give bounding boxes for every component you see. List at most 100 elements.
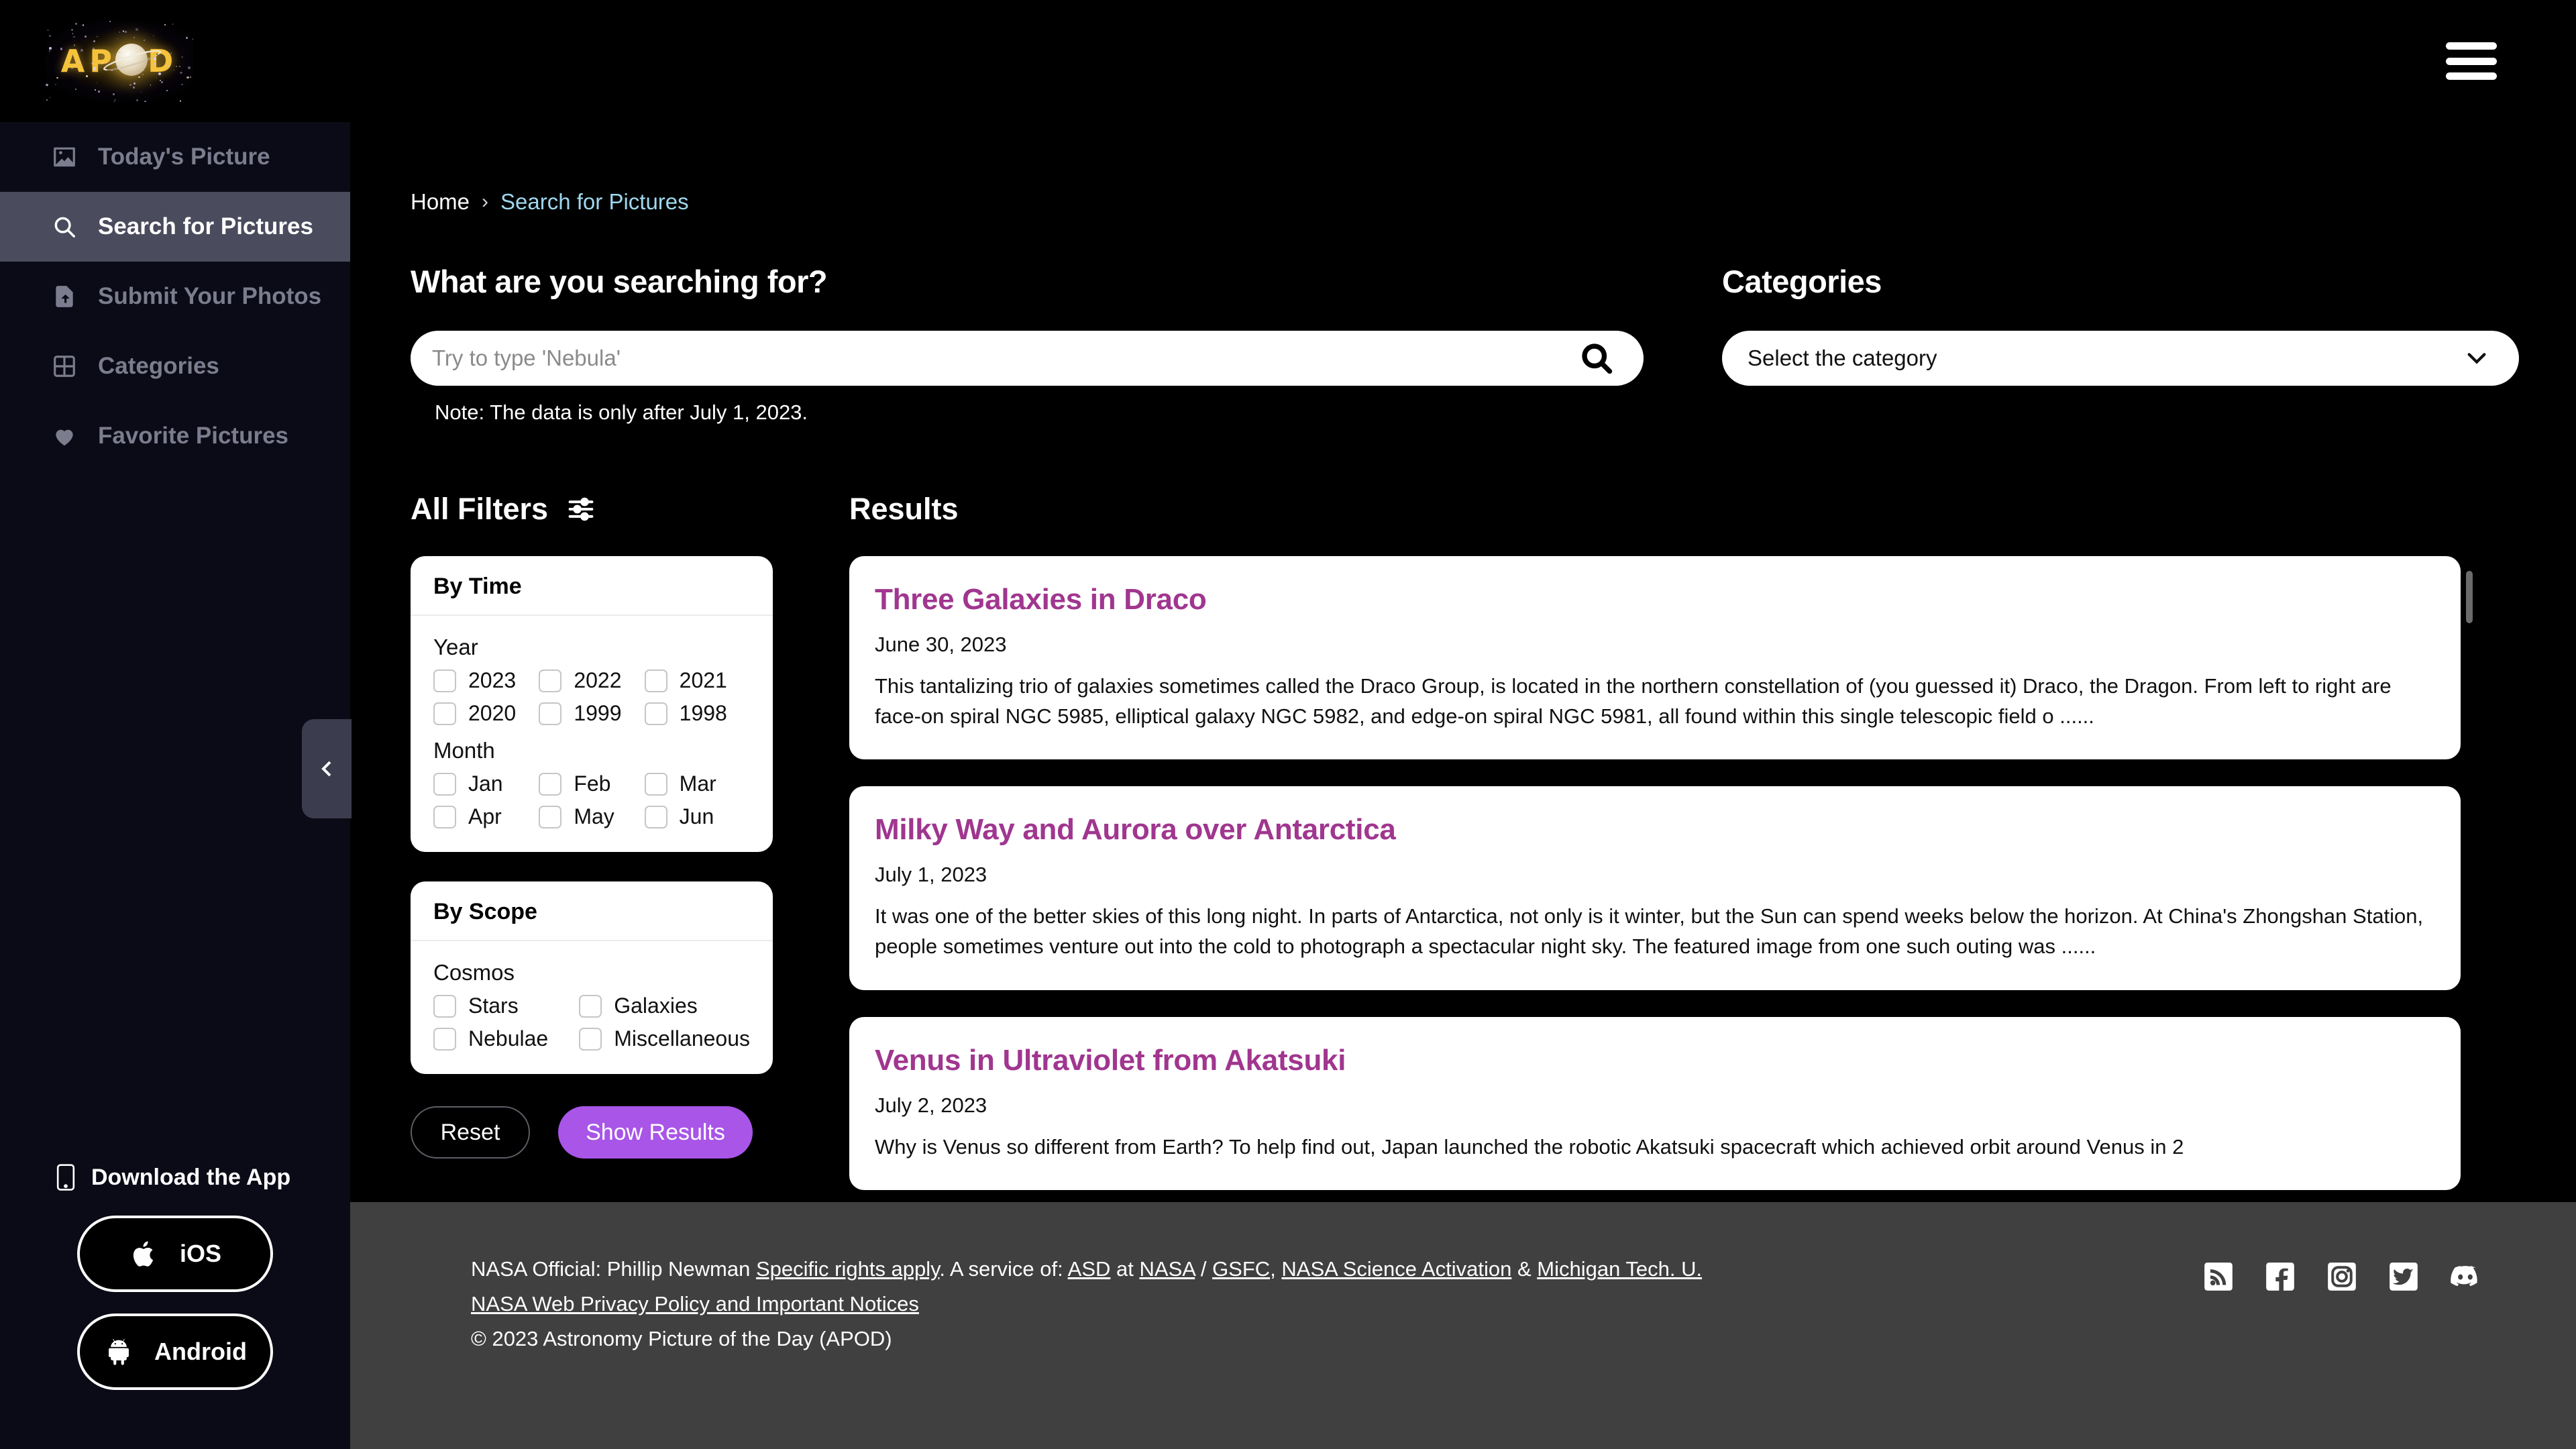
checkbox-box[interactable] bbox=[433, 995, 456, 1018]
footer-link-privacy-policy[interactable]: NASA Web Privacy Policy and Important No… bbox=[471, 1292, 919, 1316]
android-label: Android bbox=[154, 1338, 247, 1366]
checkbox-label: Feb bbox=[574, 771, 610, 796]
checkbox-year-2022[interactable]: 2022 bbox=[539, 668, 644, 693]
checkbox-year-2020[interactable]: 2020 bbox=[433, 701, 539, 726]
result-date: July 1, 2023 bbox=[875, 863, 2428, 887]
phone-icon bbox=[55, 1163, 76, 1191]
results-scrollbar[interactable] bbox=[2466, 571, 2473, 623]
checkbox-month-mar[interactable]: Mar bbox=[645, 771, 750, 796]
sidebar-item-favorite-pictures[interactable]: Favorite Pictures bbox=[0, 401, 350, 471]
checkbox-box[interactable] bbox=[433, 702, 456, 725]
footer-link-nasa[interactable]: NASA bbox=[1140, 1257, 1195, 1281]
checkbox-box[interactable] bbox=[539, 806, 561, 828]
checkbox-box[interactable] bbox=[645, 702, 667, 725]
footer-link-asd[interactable]: ASD bbox=[1068, 1257, 1111, 1281]
category-select[interactable]: Select the category bbox=[1722, 331, 2519, 386]
footer-link-nasa-science-activation[interactable]: NASA Science Activation bbox=[1281, 1257, 1511, 1281]
checkbox-month-apr[interactable]: Apr bbox=[433, 804, 539, 829]
checkbox-year-2023[interactable]: 2023 bbox=[433, 668, 539, 693]
star-dot bbox=[154, 63, 156, 65]
checkbox-box[interactable] bbox=[433, 1028, 456, 1051]
sidebar-collapse-button[interactable] bbox=[302, 719, 352, 818]
show-results-button[interactable]: Show Results bbox=[558, 1106, 753, 1159]
checkbox-month-jun[interactable]: Jun bbox=[645, 804, 750, 829]
checkbox-box[interactable] bbox=[433, 806, 456, 828]
checkbox-box[interactable] bbox=[579, 1028, 602, 1051]
checkbox-box[interactable] bbox=[539, 702, 561, 725]
instagram-icon[interactable] bbox=[2325, 1260, 2359, 1293]
checkbox-box[interactable] bbox=[645, 669, 667, 692]
star-dot bbox=[154, 58, 156, 60]
cosmos-label: Cosmos bbox=[433, 960, 750, 985]
ios-download-button[interactable]: iOS bbox=[77, 1216, 273, 1292]
star-dot bbox=[83, 24, 84, 25]
checkbox-box[interactable] bbox=[645, 773, 667, 796]
star-dot bbox=[133, 68, 134, 70]
hamburger-icon[interactable] bbox=[2446, 42, 2497, 80]
apod-logo[interactable]: APOD bbox=[46, 20, 193, 102]
checkbox-month-feb[interactable]: Feb bbox=[539, 771, 644, 796]
result-description: It was one of the better skies of this l… bbox=[875, 902, 2428, 961]
checkbox-box[interactable] bbox=[539, 669, 561, 692]
checkbox-box[interactable] bbox=[579, 995, 602, 1018]
star-dot bbox=[180, 72, 182, 74]
sidebar-item-submit-your-photos[interactable]: Submit Your Photos bbox=[0, 262, 350, 331]
checkbox-year-2021[interactable]: 2021 bbox=[645, 668, 750, 693]
checkbox-scope-stars[interactable]: Stars bbox=[433, 994, 579, 1018]
footer-slash: / bbox=[1195, 1257, 1212, 1281]
result-title[interactable]: Venus in Ultraviolet from Akatsuki bbox=[875, 1044, 2428, 1077]
ios-label: iOS bbox=[180, 1240, 221, 1268]
checkbox-scope-nebulae[interactable]: Nebulae bbox=[433, 1026, 579, 1051]
footer-link-michigan-tech[interactable]: Michigan Tech. U. bbox=[1537, 1257, 1702, 1281]
search-icon[interactable] bbox=[1579, 341, 1614, 376]
checkbox-box[interactable] bbox=[433, 773, 456, 796]
rss-icon[interactable] bbox=[2202, 1260, 2235, 1293]
result-title[interactable]: Three Galaxies in Draco bbox=[875, 583, 2428, 616]
search-input[interactable] bbox=[432, 345, 1579, 371]
checkbox-year-1998[interactable]: 1998 bbox=[645, 701, 750, 726]
sidebar-item-search-for-pictures[interactable]: Search for Pictures bbox=[0, 192, 350, 262]
android-download-button[interactable]: Android bbox=[77, 1313, 273, 1390]
by-scope-title: By Scope bbox=[411, 881, 773, 941]
facebook-icon[interactable] bbox=[2263, 1260, 2297, 1293]
filters-header: All Filters bbox=[411, 492, 840, 527]
breadcrumb-home[interactable]: Home bbox=[411, 189, 470, 215]
result-date: July 2, 2023 bbox=[875, 1093, 2428, 1118]
star-dot bbox=[102, 62, 103, 64]
checkbox-scope-galaxies[interactable]: Galaxies bbox=[579, 994, 750, 1018]
search-icon bbox=[51, 213, 78, 240]
checkbox-year-1999[interactable]: 1999 bbox=[539, 701, 644, 726]
footer-link-gsfc[interactable]: GSFC bbox=[1212, 1257, 1270, 1281]
result-title[interactable]: Milky Way and Aurora over Antarctica bbox=[875, 813, 2428, 847]
result-description: This tantalizing trio of galaxies someti… bbox=[875, 672, 2428, 731]
checkbox-box[interactable] bbox=[645, 806, 667, 828]
reset-button[interactable]: Reset bbox=[411, 1106, 530, 1159]
cosmos-options: Stars Galaxies Nebulae Miscellaneous bbox=[433, 994, 750, 1051]
checkbox-month-jan[interactable]: Jan bbox=[433, 771, 539, 796]
result-card[interactable]: Venus in Ultraviolet from Akatsuki July … bbox=[849, 1017, 2461, 1191]
checkbox-scope-miscellaneous[interactable]: Miscellaneous bbox=[579, 1026, 750, 1051]
discord-icon[interactable] bbox=[2449, 1260, 2482, 1293]
year-label: Year bbox=[433, 635, 750, 660]
checkbox-label: 1998 bbox=[680, 701, 727, 726]
footer-amp: & bbox=[1511, 1257, 1537, 1281]
twitter-icon[interactable] bbox=[2387, 1260, 2420, 1293]
sidebar-item-categories[interactable]: Categories bbox=[0, 331, 350, 401]
result-card[interactable]: Three Galaxies in Draco June 30, 2023 Th… bbox=[849, 556, 2461, 759]
by-time-title: By Time bbox=[411, 556, 773, 616]
grid-icon bbox=[51, 353, 78, 380]
checkbox-box[interactable] bbox=[433, 669, 456, 692]
checkbox-month-may[interactable]: May bbox=[539, 804, 644, 829]
footer-link-specific-rights[interactable]: Specific rights apply bbox=[756, 1257, 939, 1281]
top-bar: APOD bbox=[0, 0, 2576, 122]
footer-service-of: . A service of: bbox=[939, 1257, 1067, 1281]
filters-and-results-row: All Filters By Time Year 2023 2022 2021 … bbox=[350, 425, 2576, 1202]
filters-title: All Filters bbox=[411, 492, 548, 527]
breadcrumb-current[interactable]: Search for Pictures bbox=[500, 189, 689, 215]
result-card[interactable]: Milky Way and Aurora over Antarctica Jul… bbox=[849, 786, 2461, 989]
sidebar-item-todays-picture[interactable]: Today's Picture bbox=[0, 122, 350, 192]
search-box[interactable] bbox=[411, 331, 1644, 386]
filters-panel: All Filters By Time Year 2023 2022 2021 … bbox=[411, 492, 840, 1202]
by-time-body: Year 2023 2022 2021 2020 1999 1998 Month… bbox=[411, 616, 773, 852]
checkbox-box[interactable] bbox=[539, 773, 561, 796]
